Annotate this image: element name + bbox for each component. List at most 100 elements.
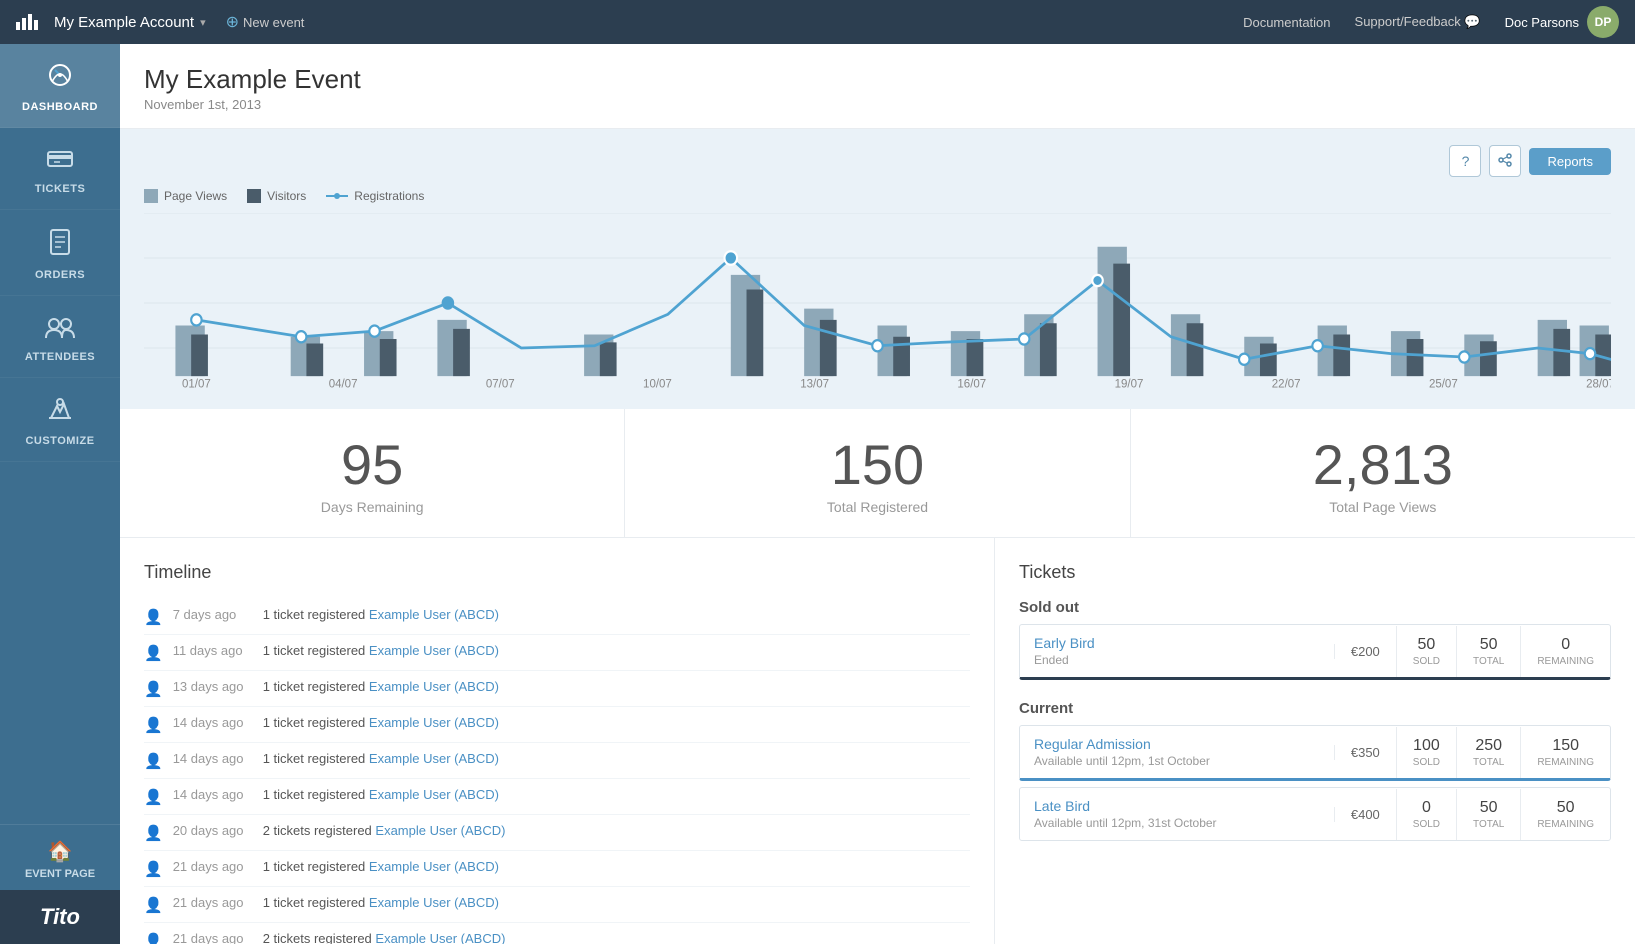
avatar: DP (1587, 6, 1619, 38)
user-icon: 👤 (144, 896, 163, 914)
event-header: My Example Event November 1st, 2013 (120, 44, 1635, 129)
ticket-remaining-value: 0 (1537, 636, 1594, 654)
ticket-total-label: TOTAL (1473, 656, 1504, 667)
ticket-sub: Available until 12pm, 31st October (1034, 816, 1320, 830)
ticket-remaining-value: 50 (1537, 799, 1594, 817)
visitors-label: Visitors (267, 189, 306, 203)
timeline-item: 👤 20 days ago 2 tickets registered Examp… (144, 815, 970, 851)
ticket-name[interactable]: Early Bird (1034, 635, 1320, 651)
timeline-user-link[interactable]: Example User (ABCD) (369, 859, 499, 874)
svg-text:10/07: 10/07 (643, 376, 672, 390)
user-section[interactable]: Doc Parsons DP (1505, 6, 1619, 38)
tito-label: Tito (40, 904, 80, 930)
ticket-total: 250 TOTAL (1456, 727, 1520, 778)
page-views-label: Page Views (164, 189, 227, 203)
top-nav: My Example Account ▾ ⊕ New event Documen… (0, 0, 1635, 44)
logo (16, 14, 38, 30)
sold-out-label: Sold out (1019, 599, 1611, 616)
main-content: My Example Event November 1st, 2013 ? (120, 44, 1635, 944)
ticket-remaining-value: 150 (1537, 737, 1594, 755)
ticket-total-label: TOTAL (1473, 819, 1504, 830)
timeline-user-link[interactable]: Example User (ABCD) (369, 679, 499, 694)
timeline-user-link[interactable]: Example User (ABCD) (375, 931, 505, 944)
timeline-user-link[interactable]: Example User (ABCD) (369, 787, 499, 802)
help-button[interactable]: ? (1449, 145, 1481, 177)
logo-bar (16, 22, 20, 30)
ticket-sub: Available until 12pm, 1st October (1034, 754, 1320, 768)
support-link[interactable]: Support/Feedback 💬 (1355, 14, 1481, 30)
ticket-total: 50 TOTAL (1456, 626, 1520, 677)
tickets-current: Current Regular Admission Available unti… (1019, 700, 1611, 841)
svg-text:25/07: 25/07 (1429, 376, 1458, 390)
timeline-text: 1 ticket registered Example User (ABCD) (263, 895, 499, 910)
user-icon: 👤 (144, 644, 163, 662)
event-date: November 1st, 2013 (144, 97, 1611, 112)
sidebar-item-attendees[interactable]: ATTENDEES (0, 296, 120, 378)
support-label: Support/Feedback (1355, 14, 1461, 29)
timeline-user-link[interactable]: Example User (ABCD) (369, 751, 499, 766)
chevron-down-icon: ▾ (200, 16, 206, 29)
chart-section: ? Reports (120, 129, 1635, 409)
timeline-text: 1 ticket registered Example User (ABCD) (263, 607, 499, 622)
timeline-user-link[interactable]: Example User (ABCD) (369, 715, 499, 730)
timeline-user-link[interactable]: Example User (ABCD) (369, 643, 499, 658)
ticket-name[interactable]: Late Bird (1034, 798, 1320, 814)
ticket-sold-label: SOLD (1413, 757, 1440, 768)
timeline-list: 👤 7 days ago 1 ticket registered Example… (144, 599, 970, 944)
chat-icon: 💬 (1464, 14, 1480, 29)
share-button[interactable] (1489, 145, 1521, 177)
orders-icon (48, 228, 72, 263)
svg-text:01/07: 01/07 (182, 376, 211, 390)
ticket-info: Early Bird Ended (1020, 625, 1334, 677)
user-icon: 👤 (144, 860, 163, 878)
timeline-item: 👤 14 days ago 1 ticket registered Exampl… (144, 779, 970, 815)
chart-area: 01/07 04/07 07/07 10/07 13/07 16/07 19/0… (144, 213, 1611, 393)
logo-icon (16, 14, 38, 30)
account-name: My Example Account (54, 14, 194, 31)
timeline-time: 21 days ago (173, 895, 253, 910)
dashboard-icon (45, 62, 75, 95)
reports-button[interactable]: Reports (1529, 148, 1611, 175)
ticket-price: €400 (1334, 807, 1396, 822)
customize-label: CUSTOMIZE (25, 435, 94, 447)
sidebar-item-event-page[interactable]: 🏠 EVENT PAGE (0, 825, 120, 890)
timeline-item: 👤 14 days ago 1 ticket registered Exampl… (144, 743, 970, 779)
sidebar-item-tickets[interactable]: TICKETS (0, 128, 120, 210)
ticket-name[interactable]: Regular Admission (1034, 736, 1320, 752)
timeline-time: 21 days ago (173, 859, 253, 874)
user-icon: 👤 (144, 752, 163, 770)
sidebar-item-orders[interactable]: ORDERS (0, 210, 120, 296)
timeline-text: 2 tickets registered Example User (ABCD) (263, 931, 506, 944)
tito-logo[interactable]: Tito (0, 890, 120, 944)
new-event-button[interactable]: ⊕ New event (226, 12, 305, 32)
svg-text:28/07: 28/07 (1586, 376, 1611, 390)
timeline-user-link[interactable]: Example User (ABCD) (369, 607, 499, 622)
legend-registrations: Registrations (326, 189, 424, 203)
timeline-user-link[interactable]: Example User (ABCD) (375, 823, 505, 838)
current-list: Regular Admission Available until 12pm, … (1019, 725, 1611, 841)
ticket-total-value: 250 (1473, 737, 1504, 755)
home-icon: 🏠 (48, 839, 73, 864)
share-icon (1498, 153, 1512, 170)
timeline-item: 👤 21 days ago 1 ticket registered Exampl… (144, 851, 970, 887)
sidebar-item-customize[interactable]: CUSTOMIZE (0, 378, 120, 462)
chart-toolbar: ? Reports (144, 145, 1611, 177)
ticket-remaining: 150 REMAINING (1520, 727, 1610, 778)
main-layout: DASHBOARD TICKETS ORDERS (0, 44, 1635, 944)
account-selector[interactable]: My Example Account ▾ (54, 14, 206, 31)
logo-bar (22, 18, 26, 30)
ticket-row: Regular Admission Available until 12pm, … (1019, 725, 1611, 781)
timeline-item: 👤 7 days ago 1 ticket registered Example… (144, 599, 970, 635)
timeline-user-link[interactable]: Example User (ABCD) (369, 895, 499, 910)
timeline-time: 13 days ago (173, 679, 253, 694)
registrations-swatch (326, 195, 348, 197)
sidebar-item-dashboard[interactable]: DASHBOARD (0, 44, 120, 128)
svg-text:19/07: 19/07 (1115, 376, 1144, 390)
timeline-item: 👤 21 days ago 2 tickets registered Examp… (144, 923, 970, 944)
ticket-price: €200 (1334, 644, 1396, 659)
new-event-label: New event (243, 15, 304, 30)
ticket-remaining-label: REMAINING (1537, 757, 1594, 768)
plus-icon: ⊕ (226, 12, 239, 32)
ticket-sold-label: SOLD (1413, 819, 1440, 830)
documentation-link[interactable]: Documentation (1243, 15, 1330, 30)
